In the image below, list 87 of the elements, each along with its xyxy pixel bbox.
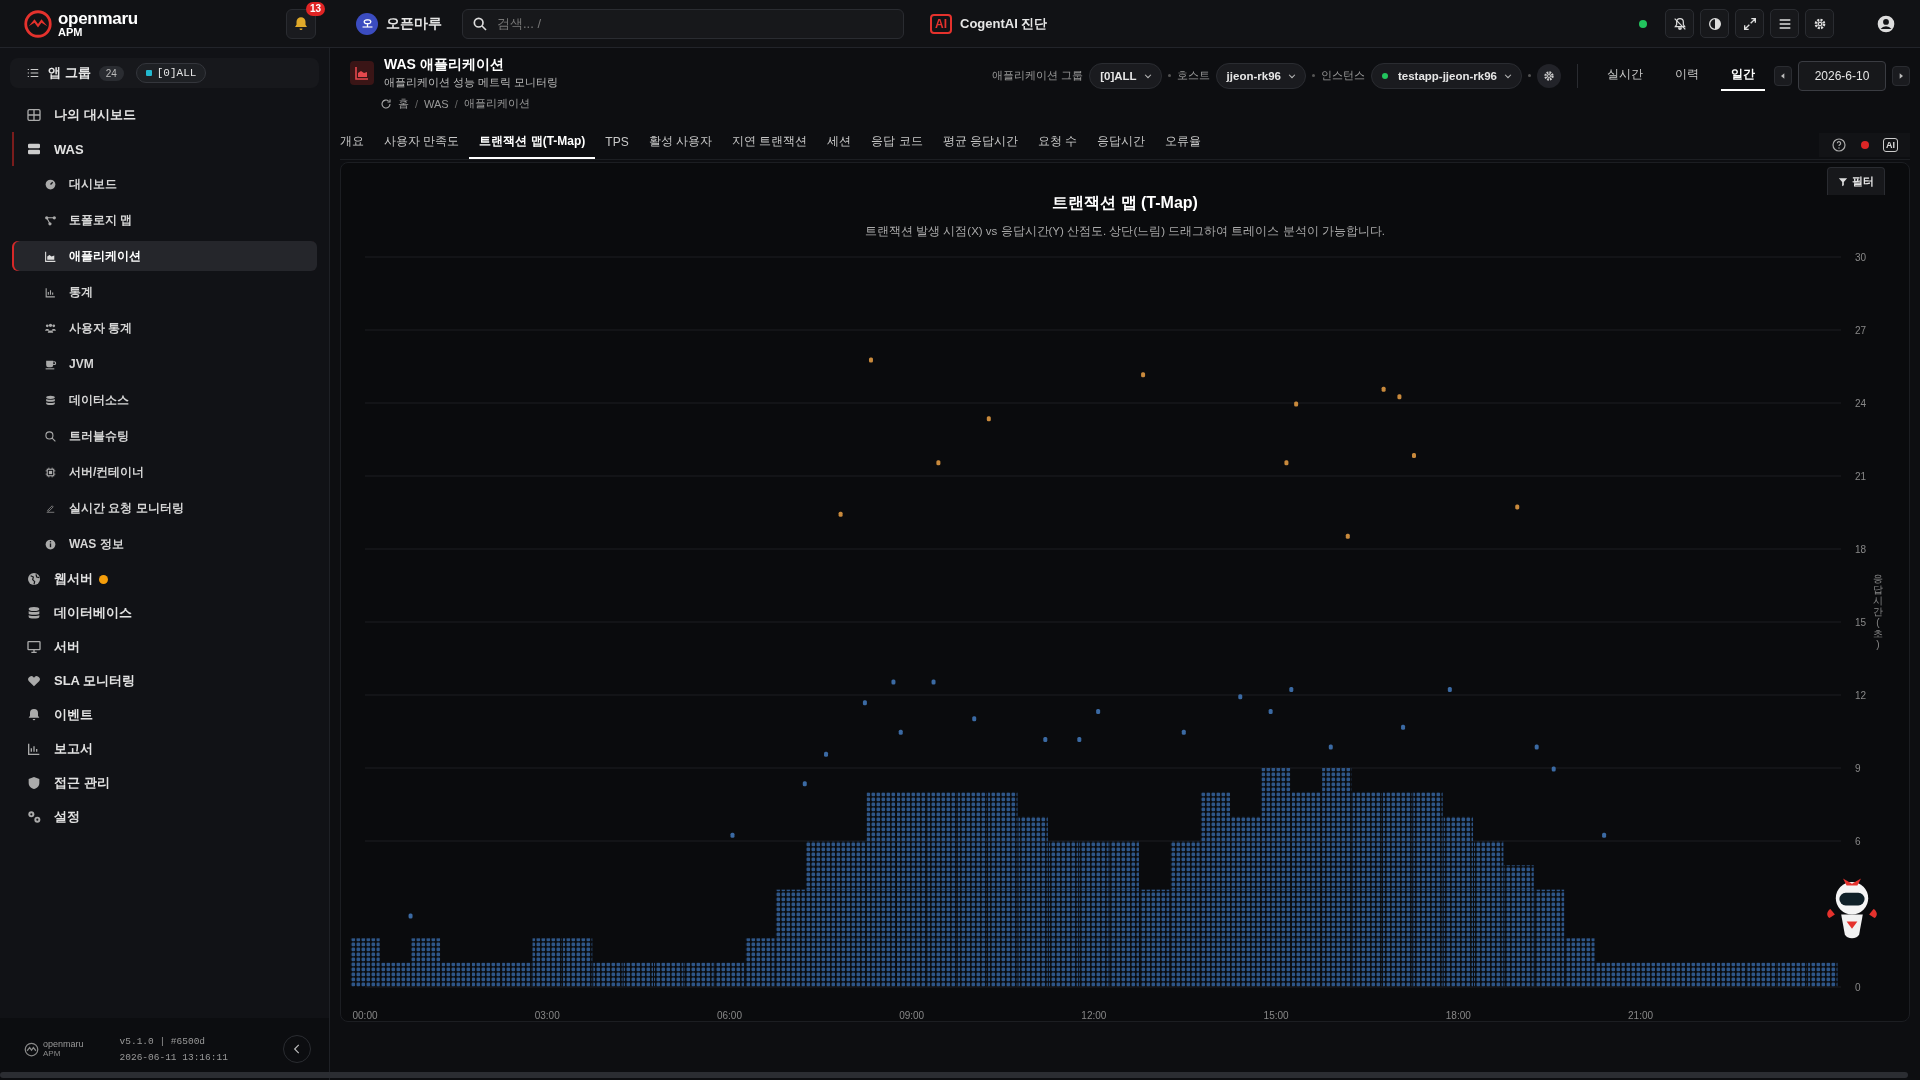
sidebar-item[interactable]: 서버: [12, 630, 317, 664]
sidebar-item[interactable]: 설정: [12, 800, 317, 834]
sidebar-item[interactable]: 나의 대시보드: [12, 98, 317, 132]
tab[interactable]: 지연 트랜잭션: [722, 127, 818, 159]
search-field[interactable]: 검색... /: [462, 8, 904, 39]
page-title: WAS 애플리케이션: [384, 56, 505, 74]
x-axis-label: 15:00: [1263, 1010, 1289, 1021]
breadcrumb-link[interactable]: 애플리케이션: [463, 96, 530, 111]
y-axis-label: 0: [1855, 982, 1861, 993]
y-axis-label: 6: [1855, 836, 1861, 847]
tab[interactable]: 응답시간: [1087, 127, 1156, 159]
app-group-count: 24: [98, 65, 124, 81]
tab[interactable]: TPS: [595, 127, 639, 159]
sidebar-item[interactable]: WAS: [12, 132, 317, 166]
x-axis-label: 06:00: [716, 1010, 742, 1021]
sidebar-subitem[interactable]: 사용자 통계: [12, 313, 317, 343]
filter-select[interactable]: [0]ALL: [1089, 62, 1162, 89]
filter-label: 애플리케이션 그룹: [992, 68, 1084, 83]
tab[interactable]: 요청 수: [1028, 127, 1088, 159]
logo-name: openmaru: [58, 9, 138, 27]
sidebar-item[interactable]: 접근 관리: [12, 766, 317, 800]
x-axis-label: 00:00: [352, 1010, 378, 1021]
x-axis-label: 18:00: [1445, 1010, 1471, 1021]
sidebar-subitem[interactable]: WAS 정보: [12, 529, 317, 559]
tab[interactable]: 응답 코드: [861, 127, 933, 159]
y-axis-label: 18: [1855, 544, 1867, 555]
tab[interactable]: 사용자 만족도: [374, 127, 470, 159]
logo-subtitle: APM: [58, 26, 83, 38]
breadcrumb-separator: /: [454, 97, 458, 110]
filter-select[interactable]: testapp-jjeon-rk96: [1370, 62, 1522, 89]
sidebar-subitem[interactable]: 애플리케이션: [12, 241, 317, 271]
tab[interactable]: 개요: [340, 127, 374, 159]
sidebar-subitem[interactable]: 트러블슈팅: [12, 421, 317, 451]
app-group-label[interactable]: 앱 그룹: [48, 64, 91, 82]
date-picker[interactable]: 2026-6-10: [1798, 60, 1886, 91]
y-axis-label: 21: [1855, 471, 1867, 482]
sidebar-subitem[interactable]: 실시간 요청 모니터링: [12, 493, 317, 523]
breadcrumb-separator: /: [415, 97, 419, 110]
workspace-name[interactable]: 오픈마루: [386, 14, 442, 33]
sidebar-item[interactable]: 보고서: [12, 732, 317, 766]
version-label: v5.1.0 | #6500d: [119, 1035, 207, 1047]
breadcrumb-link[interactable]: WAS: [424, 97, 449, 110]
logo-subtitle: APM: [43, 1049, 61, 1059]
sidebar-subitem[interactable]: 데이터소스: [12, 385, 317, 415]
cogent-ai-button[interactable]: AI CogentAI 진단: [930, 13, 1048, 34]
y-axis-label: 9: [1855, 763, 1861, 774]
mode-tab[interactable]: 일간: [1721, 60, 1765, 91]
tab[interactable]: 세션: [817, 127, 862, 159]
sidebar-item[interactable]: SLA 모니터링: [12, 664, 317, 698]
y-axis-label: 27: [1855, 325, 1867, 336]
sidebar-item[interactable]: 데이터베이스: [12, 596, 317, 630]
build-timestamp: 2026-06-11 13:16:11: [119, 1051, 228, 1063]
tab[interactable]: 오류율: [1155, 127, 1212, 159]
sidebar-item[interactable]: 이벤트: [12, 698, 317, 732]
filter-label: 인스턴스: [1320, 68, 1365, 83]
ai-assist-button[interactable]: AI: [1883, 138, 1898, 152]
mode-tab[interactable]: 이력: [1665, 60, 1709, 91]
y-axis-label: 24: [1855, 398, 1867, 409]
sidebar-subitem[interactable]: 토폴로지 맵: [12, 205, 317, 235]
sidebar-item[interactable]: 웹서버: [12, 562, 317, 596]
mode-tab[interactable]: 실시간: [1597, 60, 1653, 91]
sidebar-subitem[interactable]: 서버/컨테이너: [12, 457, 317, 487]
sidebar-subitem[interactable]: JVM: [12, 349, 317, 379]
sidebar-subitem[interactable]: 통계: [12, 277, 317, 307]
y-axis-label: 15: [1855, 617, 1867, 628]
chart-title: 트랜잭션 맵 (T-Map): [1052, 193, 1198, 213]
y-axis-label: 12: [1855, 690, 1867, 701]
logo-name: openmaru: [43, 1039, 84, 1049]
x-axis-label: 21:00: [1628, 1010, 1654, 1021]
page-subtitle: 애플리케이션 성능 메트릭 모니터링: [384, 75, 559, 90]
app-group-chip[interactable]: [0]ALL: [135, 63, 207, 83]
tab[interactable]: 활성 사용자: [638, 127, 723, 159]
filter-button[interactable]: 필터: [1827, 167, 1885, 195]
tab[interactable]: 트랜잭션 맵(T-Map): [469, 127, 596, 159]
x-axis-label: 12:00: [1081, 1010, 1107, 1021]
sidebar-subitem[interactable]: 대시보드: [12, 169, 317, 199]
y-axis-label: 30: [1855, 252, 1867, 263]
tab[interactable]: 평균 응답시간: [932, 127, 1029, 159]
breadcrumb-link[interactable]: 홈: [398, 96, 409, 111]
x-axis-label: 09:00: [899, 1010, 925, 1021]
filter-select[interactable]: jjeon-rk96: [1215, 62, 1306, 89]
notification-count-badge: 13: [305, 1, 325, 16]
x-axis-label: 03:00: [534, 1010, 560, 1021]
workspace-avatar: 오: [356, 12, 378, 35]
chart-description: 트랜잭션 발생 시점(X) vs 응답시간(Y) 산점도. 상단(느림) 드래그하여 트레이스 분석이 가능합니다.: [864, 224, 1386, 239]
y-axis-title: 응답시간(초): [1873, 573, 1883, 650]
filter-label: 호스트: [1176, 68, 1210, 83]
